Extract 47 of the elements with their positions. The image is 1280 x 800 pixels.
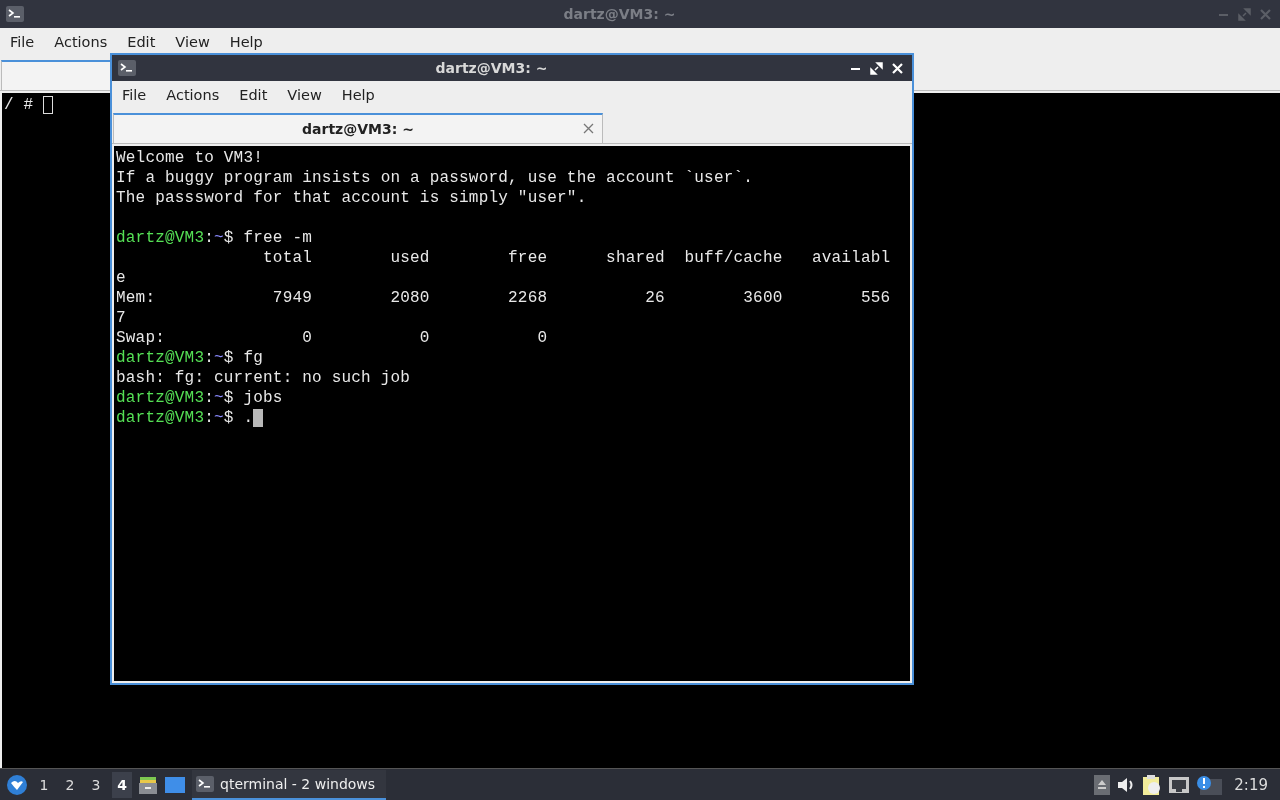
window-title: dartz@VM3: ~ — [562, 6, 677, 22]
terminal-line: The passsword for that account is simply "user". — [116, 188, 587, 208]
menu-item[interactable]: Help — [334, 87, 382, 103]
menu-item[interactable]: File — [115, 87, 154, 103]
terminal-line: Swap: 0 0 0 — [116, 328, 548, 348]
menu-item[interactable]: Edit — [120, 34, 163, 50]
terminal-icon — [196, 775, 214, 792]
window-title: dartz@VM3: ~ — [434, 60, 549, 76]
terminal-line: If a buggy program insists on a password, use the account `user`. — [116, 168, 754, 188]
workspace-button[interactable]: 4 — [112, 771, 132, 798]
menu-item[interactable]: View — [280, 87, 329, 103]
terminal-line: / # — [4, 95, 54, 115]
menu-item[interactable]: Help — [222, 34, 270, 50]
file-cabinet-icon[interactable] — [138, 774, 158, 795]
menu-item[interactable]: Actions — [47, 34, 115, 50]
workspace-button[interactable]: 3 — [86, 771, 106, 798]
close-tab-icon[interactable] — [583, 123, 594, 134]
terminal-tab[interactable] — [1, 60, 111, 90]
menu-item[interactable]: Actions — [159, 87, 227, 103]
terminal-icon — [118, 60, 136, 76]
terminal-line: Mem: 7949 2080 2268 26 3600 556 — [116, 288, 891, 308]
terminal-line: e — [116, 268, 126, 288]
terminal-line: bash: fg: current: no such job — [116, 368, 411, 388]
menu-item[interactable]: View — [168, 34, 217, 50]
terminal-line: Welcome to VM3! — [116, 148, 264, 168]
terminal-line: dartz@VM3:~$ free -m — [116, 228, 313, 248]
clock: 2:19 — [1234, 775, 1268, 794]
menu-item[interactable]: File — [3, 34, 42, 50]
notification-icon[interactable] — [1196, 774, 1223, 795]
desktop-icon[interactable] — [164, 775, 186, 794]
workspace-button[interactable]: 1 — [34, 771, 54, 798]
terminal-tab[interactable]: dartz@VM3: ~ — [113, 113, 603, 143]
terminal-line: dartz@VM3:~$ jobs — [116, 388, 283, 408]
workspace-button[interactable]: 2 — [60, 771, 80, 798]
menu-item[interactable]: Edit — [232, 87, 275, 103]
start-menu-icon[interactable] — [6, 773, 28, 796]
terminal-line: dartz@VM3:~$ . — [116, 408, 264, 428]
terminal-icon — [6, 6, 24, 22]
terminal-line: 7 — [116, 308, 126, 328]
terminal-line: total used free shared buff/cache availabl — [262, 248, 891, 268]
terminal-line: dartz@VM3:~$ fg — [116, 348, 264, 368]
taskbar-task-button[interactable]: qterminal - 2 windows — [192, 769, 386, 800]
terminal-screen[interactable] — [114, 146, 910, 681]
eject-icon[interactable] — [1094, 774, 1111, 795]
network-icon[interactable] — [1168, 775, 1191, 794]
clipboard-icon[interactable] — [1142, 773, 1163, 796]
maximize-button[interactable] — [868, 59, 885, 77]
